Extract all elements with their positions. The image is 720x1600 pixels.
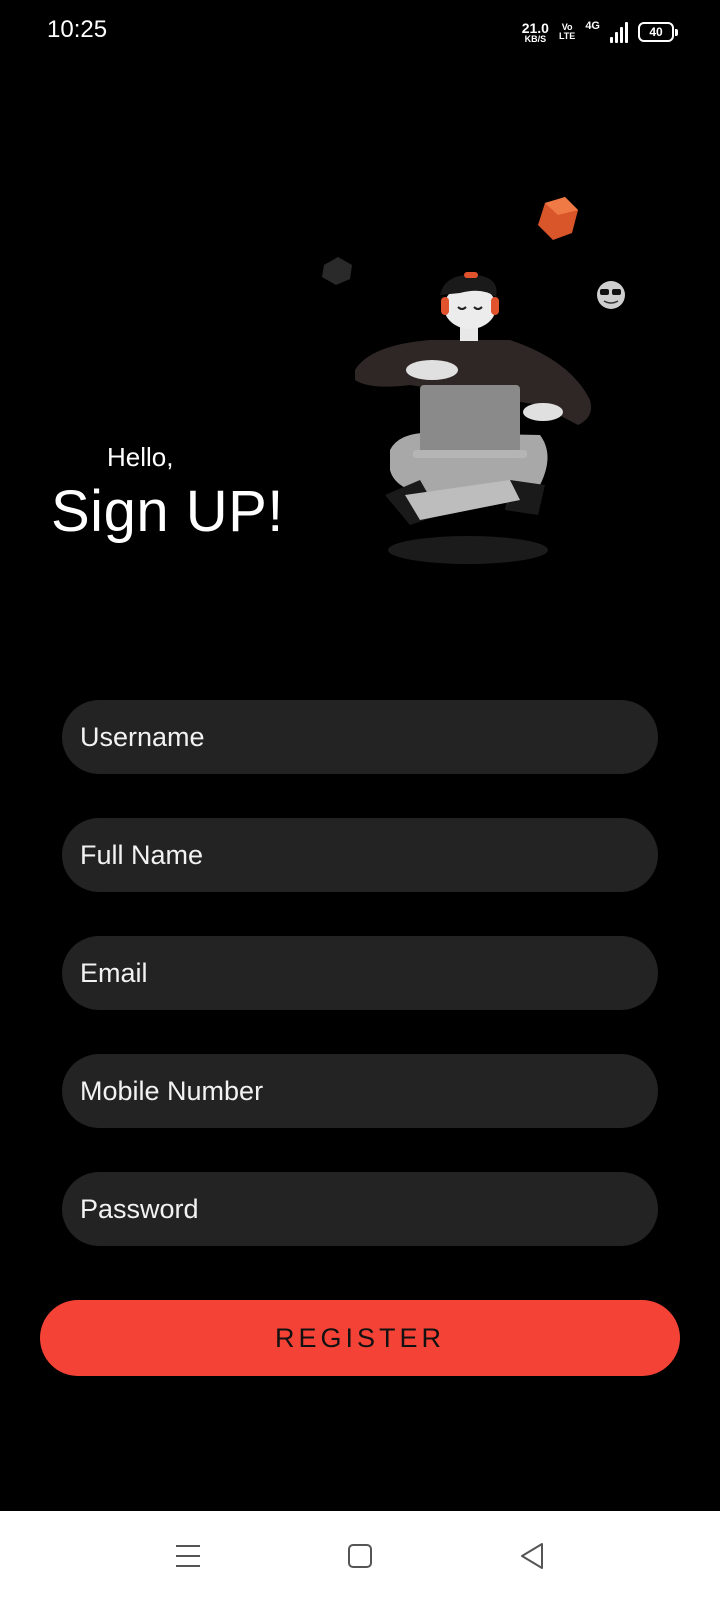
back-triangle-icon[interactable] bbox=[507, 1533, 557, 1579]
volte-icon: Vo LTE bbox=[559, 23, 575, 41]
shadow bbox=[388, 536, 548, 564]
status-bar: 10:25 21.0 KB/S Vo LTE 4G 40 bbox=[0, 0, 720, 64]
username-input[interactable] bbox=[62, 700, 658, 774]
status-icons: 21.0 KB/S Vo LTE 4G 40 bbox=[522, 18, 678, 46]
system-navigation-bar bbox=[0, 1511, 720, 1600]
mobile-number-input[interactable] bbox=[62, 1054, 658, 1128]
email-input[interactable] bbox=[62, 936, 658, 1010]
status-time: 10:25 bbox=[47, 16, 108, 43]
volte-bottom: LTE bbox=[558, 31, 576, 41]
menu-icon[interactable] bbox=[163, 1533, 213, 1579]
password-input[interactable] bbox=[62, 1172, 658, 1246]
network-speed-unit: KB/S bbox=[524, 33, 547, 44]
full-name-input[interactable] bbox=[62, 818, 658, 892]
page-title: Sign UP! bbox=[51, 479, 284, 544]
network-speed: 21.0 KB/S bbox=[522, 21, 549, 44]
signal-icon bbox=[610, 21, 628, 43]
register-button[interactable]: REGISTER bbox=[40, 1300, 680, 1376]
battery-icon: 40 bbox=[638, 22, 678, 42]
network-type: 4G bbox=[585, 20, 600, 32]
orange-cube-icon bbox=[538, 197, 578, 240]
laptop bbox=[420, 385, 520, 453]
network-speed-value: 21.0 bbox=[521, 19, 549, 36]
dark-cube-icon bbox=[322, 257, 352, 285]
home-square-icon[interactable] bbox=[335, 1533, 385, 1579]
sunglasses-emoji-icon bbox=[597, 281, 625, 309]
greeting-text: Hello, bbox=[107, 442, 174, 472]
battery-level: 40 bbox=[649, 25, 663, 39]
person-with-laptop-illustration bbox=[322, 197, 625, 564]
